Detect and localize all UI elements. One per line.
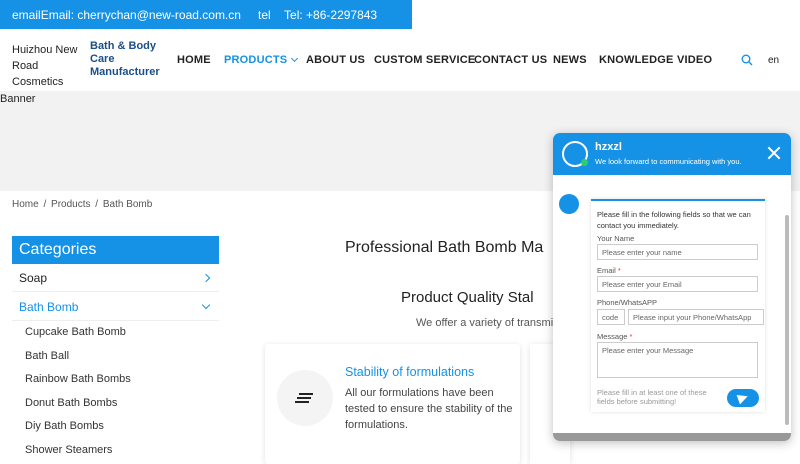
feature-title: Stability of formulations xyxy=(345,365,475,379)
subcategory-shower-steamers[interactable]: Shower Steamers xyxy=(25,444,112,456)
close-icon[interactable] xyxy=(767,146,781,160)
form-hint: Please fill in at least one of these fie… xyxy=(597,388,707,406)
email-input[interactable]: Please enter your Email xyxy=(597,276,758,292)
chat-footer-bar xyxy=(553,433,791,441)
message-label: Message * xyxy=(597,332,633,341)
nav-contact[interactable]: CONTACT US xyxy=(474,54,547,66)
nav-custom-service[interactable]: CUSTOM SERVICE xyxy=(374,54,475,66)
chat-widget: hzxzl We look forward to communicating w… xyxy=(553,133,791,441)
name-input[interactable]: Please enter your name xyxy=(597,244,758,260)
quality-subtitle: We offer a variety of transmis xyxy=(416,317,559,329)
feature-card: Stability of formulations All our formul… xyxy=(265,344,520,464)
category-soap[interactable]: Soap xyxy=(12,264,219,292)
email-label: Email * xyxy=(597,266,621,275)
tagline: Bath & Body Care Manufacturer xyxy=(90,40,160,78)
categories-title: Categories xyxy=(12,236,219,264)
subcategory-bath-ball[interactable]: Bath Ball xyxy=(25,350,69,362)
chevron-down-icon xyxy=(291,54,299,63)
name-label: Your Name xyxy=(597,234,635,243)
nav-about[interactable]: ABOUT US xyxy=(306,54,365,66)
breadcrumb-separator: / xyxy=(43,199,47,210)
nav-knowledge[interactable]: KNOWLEDGE xyxy=(599,54,674,66)
subcategory-rainbow[interactable]: Rainbow Bath Bombs xyxy=(25,373,131,385)
quality-title: Product Quality Stal xyxy=(401,289,534,306)
breadcrumb: Home / Products / Bath Bomb xyxy=(12,199,154,210)
contact-form: Please fill in the following fields so t… xyxy=(591,199,765,412)
language-switch[interactable]: en xyxy=(768,55,779,66)
message-textarea[interactable]: Please enter your Message xyxy=(597,342,758,378)
chat-agent-name: hzxzl xyxy=(595,141,622,153)
phone-label: Phone/WhatsAPP xyxy=(597,298,658,307)
bot-avatar xyxy=(559,194,579,214)
nav-news[interactable]: NEWS xyxy=(553,54,587,66)
chat-header: hzxzl We look forward to communicating w… xyxy=(553,133,791,175)
feature-text: All our formulations have been tested to… xyxy=(345,387,513,431)
product-title: Professional Bath Bomb Ma xyxy=(345,239,544,256)
category-label: Bath Bomb xyxy=(19,300,79,314)
subcategory-cupcake[interactable]: Cupcake Bath Bomb xyxy=(25,326,126,338)
breadcrumb-home[interactable]: Home xyxy=(12,199,39,210)
nav-home[interactable]: HOME xyxy=(177,54,211,66)
send-button[interactable] xyxy=(727,389,759,407)
site-header: Huizhou New Road Cosmetics Company Ltd B… xyxy=(0,29,800,104)
breadcrumb-current: Bath Bomb xyxy=(102,199,153,210)
email-info[interactable]: emailEmail: cherrychan@new-road.com.cn xyxy=(12,8,241,22)
phone-input[interactable]: Please input your Phone/WhatsApp xyxy=(628,309,764,325)
subcategory-diy[interactable]: Diy Bath Bombs xyxy=(25,420,104,432)
breadcrumb-separator: / xyxy=(95,199,99,210)
contact-topbar: emailEmail: cherrychan@new-road.com.cn t… xyxy=(0,0,412,29)
nav-products[interactable]: PRODUCTS xyxy=(224,54,299,66)
list-icon xyxy=(277,370,333,426)
subcategory-donut[interactable]: Donut Bath Bombs xyxy=(25,397,117,409)
tel-info[interactable]: tel Tel: +86-2297843 xyxy=(258,8,377,22)
nav-video[interactable]: VIDEO xyxy=(677,54,712,66)
chevron-down-icon[interactable] xyxy=(201,300,211,310)
category-label: Soap xyxy=(19,271,48,285)
avatar xyxy=(562,141,588,167)
chevron-right-icon[interactable] xyxy=(201,273,211,283)
breadcrumb-products[interactable]: Products xyxy=(51,199,90,210)
banner-alt-text: Banner xyxy=(0,93,36,105)
category-bath-bomb[interactable]: Bath Bomb xyxy=(12,293,219,321)
search-icon[interactable] xyxy=(741,54,753,66)
chat-subtitle: We look forward to communicating with yo… xyxy=(595,157,742,166)
form-intro: Please fill in the following fields so t… xyxy=(597,210,751,230)
country-code-input[interactable]: code xyxy=(597,309,625,325)
chat-scrollbar[interactable] xyxy=(785,215,789,425)
